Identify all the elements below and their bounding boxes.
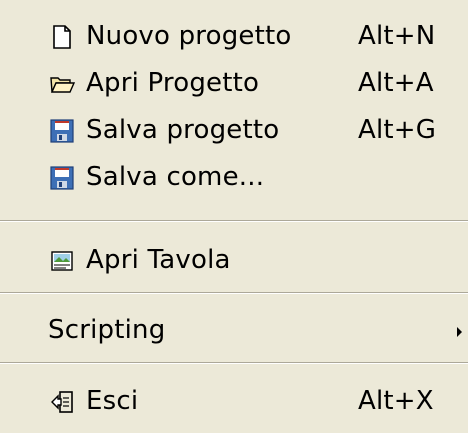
floppy-disk-icon (48, 117, 76, 145)
menu-item-new-project[interactable]: Nuovo progetto Alt+N (0, 10, 468, 64)
menu-item-save-as[interactable]: Salva come... (0, 151, 468, 205)
menu-separator (0, 220, 468, 222)
menu-item-label: Apri Tavola (86, 245, 231, 275)
floppy-disk-icon (48, 164, 76, 192)
exit-icon (48, 388, 76, 416)
menu-item-label: Salva come... (86, 162, 265, 192)
menu-item-shortcut: Alt+A (358, 68, 434, 98)
menu-item-save-project[interactable]: Salva progetto Alt+G (0, 104, 468, 158)
menu-item-shortcut: Alt+X (358, 386, 434, 416)
menu-item-shortcut: Alt+N (358, 21, 436, 51)
menu-item-label: Esci (86, 386, 139, 416)
open-folder-icon (48, 70, 76, 98)
menu-item-label: Nuovo progetto (86, 21, 292, 51)
menu-item-label: Scripting (48, 315, 166, 345)
menu-item-label: Apri Progetto (86, 68, 260, 98)
new-document-icon (48, 23, 76, 51)
file-menu: Nuovo progetto Alt+N Apri Progetto Alt+A… (0, 0, 468, 433)
submenu-arrow-icon (457, 327, 462, 337)
menu-item-open-project[interactable]: Apri Progetto Alt+A (0, 57, 468, 111)
menu-item-label: Salva progetto (86, 115, 280, 145)
menu-separator (0, 362, 468, 364)
image-table-icon (48, 247, 76, 275)
menu-item-open-table[interactable]: Apri Tavola (0, 234, 468, 288)
menu-separator (0, 292, 468, 294)
menu-item-scripting[interactable]: Scripting (0, 304, 468, 358)
menu-item-shortcut: Alt+G (358, 115, 437, 145)
menu-item-exit[interactable]: Esci Alt+X (0, 375, 468, 429)
